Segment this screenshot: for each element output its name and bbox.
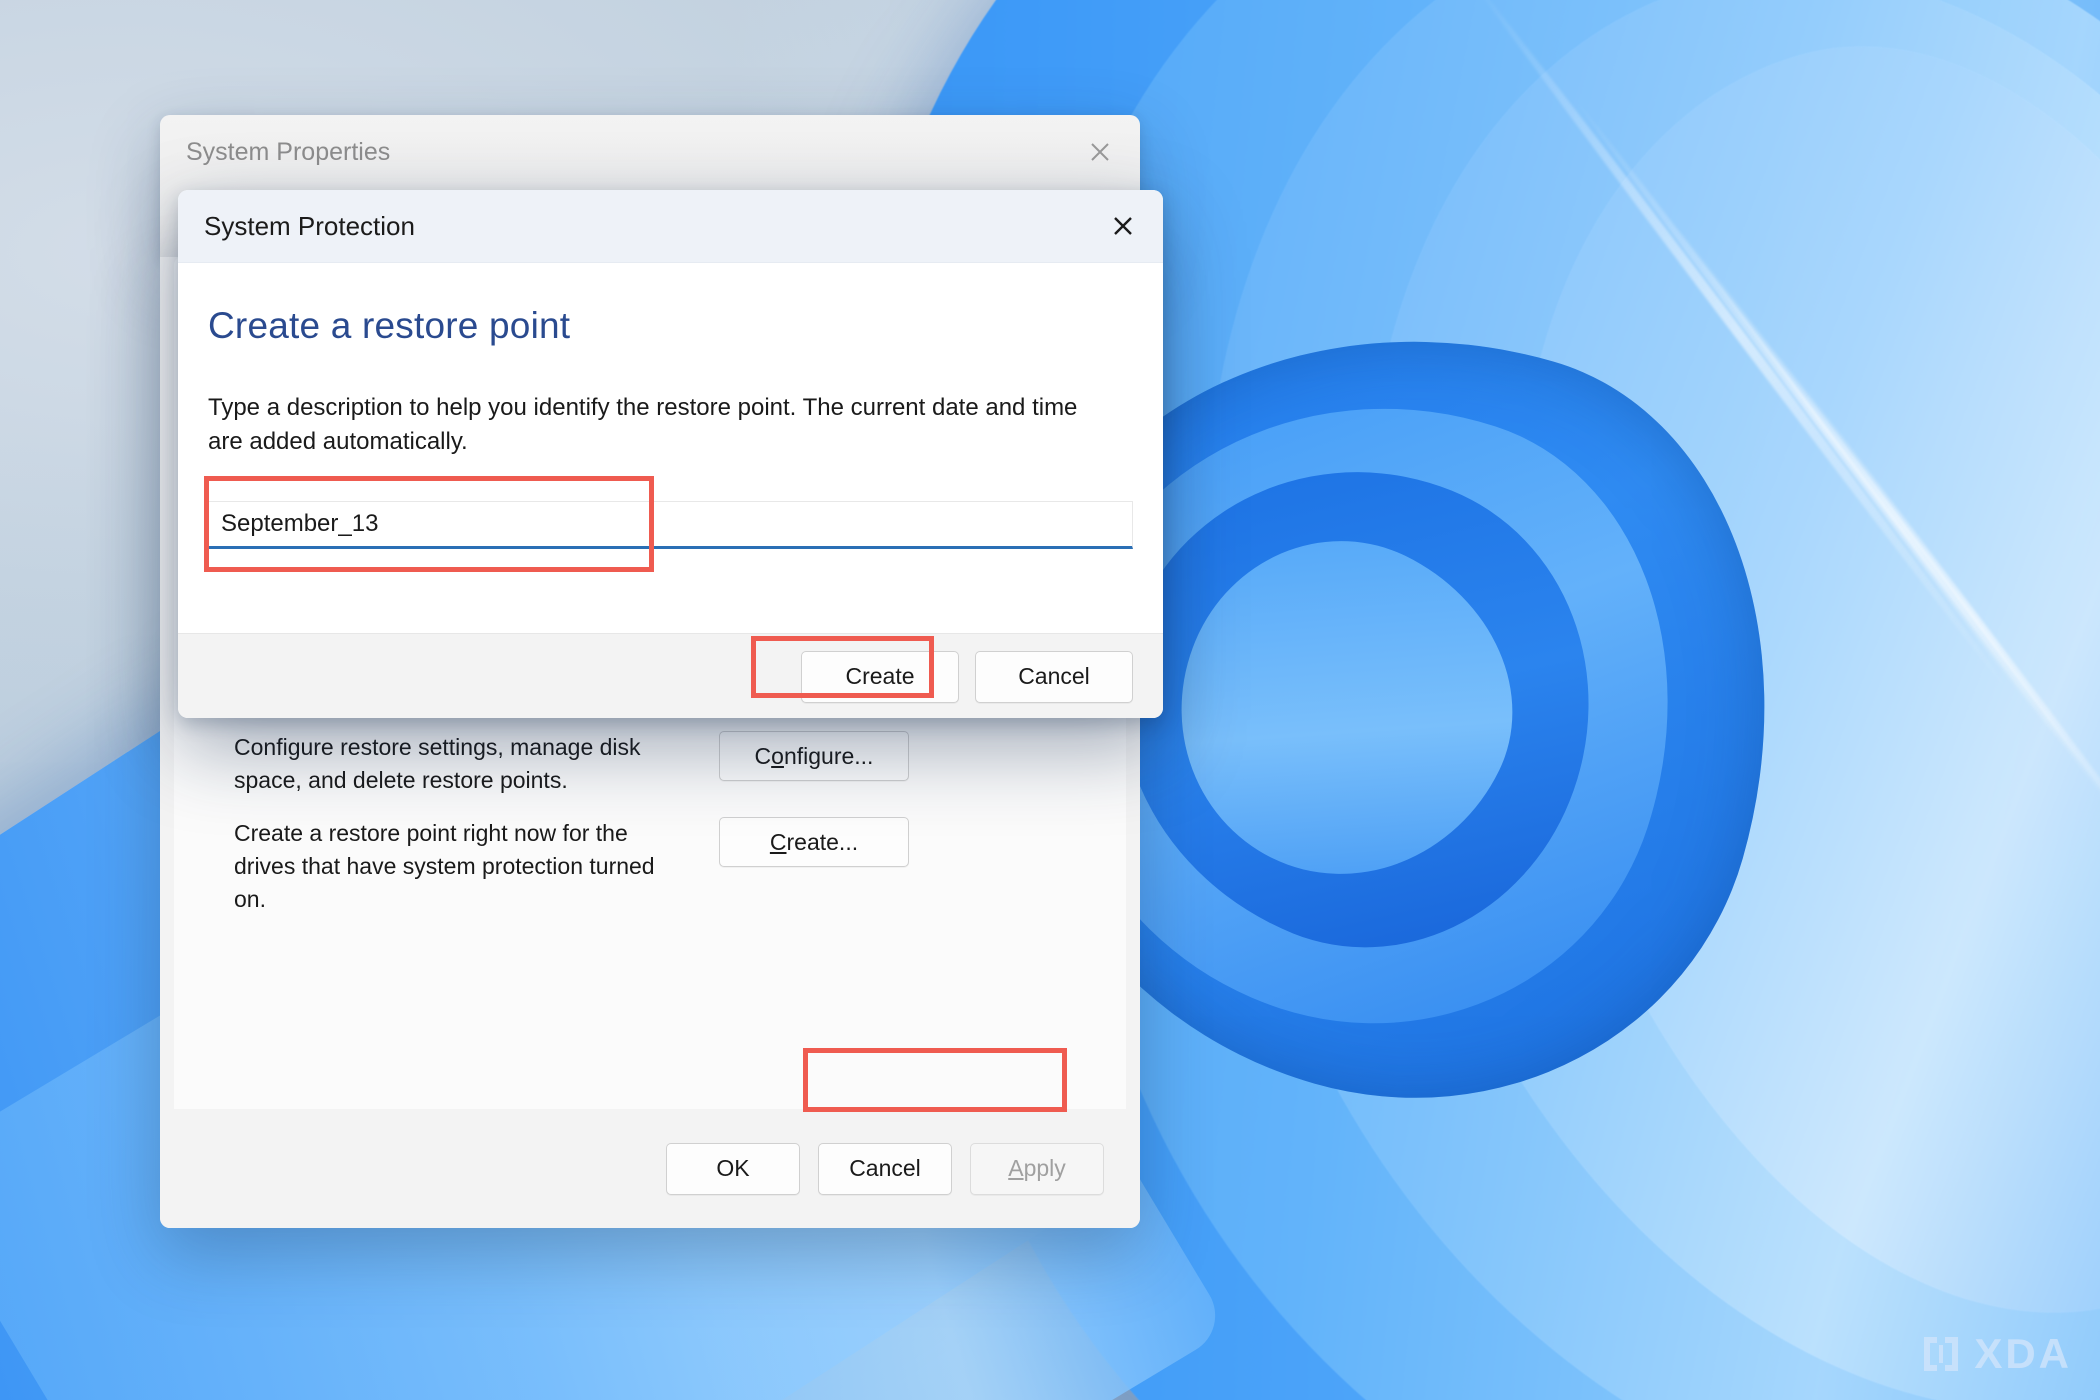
apply-button: Apply — [970, 1142, 1104, 1195]
create-dots-button-label: Create... — [769, 828, 859, 855]
desktop-screen: XDA System Properties Available Drives P… — [0, 0, 2100, 1400]
restore-point-description-input[interactable] — [208, 501, 1133, 549]
create-button-label: Create — [845, 663, 915, 689]
create-restore-point-section: Create a restore point right now for the… — [234, 817, 1016, 916]
configure-description: Configure restore settings, manage disk … — [234, 734, 641, 793]
restore-point-description-text: Type a description to help you identify … — [208, 394, 1078, 455]
system-protection-titlebar[interactable]: System Protection — [178, 190, 1163, 263]
system-properties-title: System Properties — [186, 137, 391, 166]
configure-section: Configure restore settings, manage disk … — [234, 731, 1016, 797]
close-icon[interactable] — [1091, 197, 1155, 255]
create-button[interactable]: Create — [801, 650, 959, 703]
modal-cancel-button-label: Cancel — [1018, 663, 1090, 689]
system-protection-dialog: System Protection Create a restore point… — [178, 190, 1163, 718]
cancel-button[interactable]: Cancel — [818, 1142, 952, 1195]
configure-button[interactable]: Configure... — [719, 731, 909, 781]
page-title: Create a restore point — [208, 305, 571, 346]
xda-logo-icon — [1920, 1333, 1962, 1375]
system-protection-footer: Create Cancel — [178, 633, 1163, 718]
system-properties-titlebar[interactable]: System Properties — [160, 115, 1140, 189]
xda-watermark-text: XDA — [1974, 1330, 2072, 1377]
ok-button-label: OK — [716, 1155, 750, 1181]
system-protection-body: Create a restore point Type a descriptio… — [178, 263, 1163, 633]
configure-button-label: Configure... — [754, 742, 874, 769]
close-icon[interactable] — [1068, 123, 1132, 181]
cancel-button-label: Cancel — [849, 1155, 921, 1181]
system-protection-title: System Protection — [204, 210, 415, 241]
create-description: Create a restore point right now for the… — [234, 820, 655, 912]
create-dots-button[interactable]: Create... — [719, 817, 909, 867]
description-input-wrapper — [208, 501, 1133, 549]
modal-cancel-button[interactable]: Cancel — [975, 650, 1133, 703]
system-properties-footer: OK Cancel Apply — [160, 1109, 1140, 1228]
ok-button[interactable]: OK — [666, 1142, 800, 1195]
apply-button-label: Apply — [1008, 1155, 1066, 1181]
xda-watermark: XDA — [1920, 1330, 2072, 1378]
